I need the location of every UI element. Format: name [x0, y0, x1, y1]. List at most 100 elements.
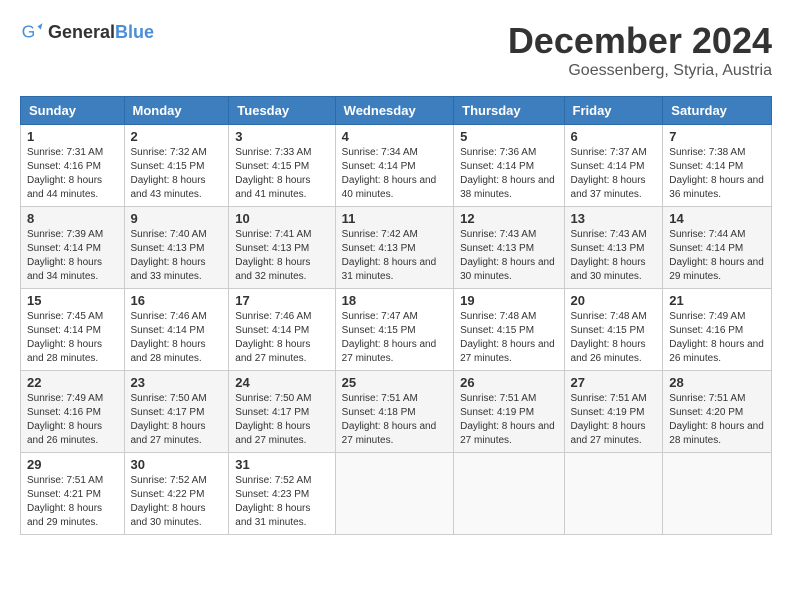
calendar-day-cell: 26 Sunrise: 7:51 AMSunset: 4:19 PMDaylig… [454, 371, 564, 453]
day-info: Sunrise: 7:51 AMSunset: 4:20 PMDaylight:… [669, 393, 764, 446]
day-number: 4 [342, 129, 447, 144]
location-title: Goessenberg, Styria, Austria [508, 62, 772, 80]
calendar-day-cell: 8 Sunrise: 7:39 AMSunset: 4:14 PMDayligh… [21, 207, 125, 289]
day-info: Sunrise: 7:37 AMSunset: 4:14 PMDaylight:… [571, 147, 647, 200]
day-info: Sunrise: 7:52 AMSunset: 4:22 PMDaylight:… [131, 475, 207, 528]
calendar-table: SundayMondayTuesdayWednesdayThursdayFrid… [20, 96, 772, 535]
day-number: 20 [571, 293, 657, 308]
day-info: Sunrise: 7:32 AMSunset: 4:15 PMDaylight:… [131, 147, 207, 200]
day-info: Sunrise: 7:46 AMSunset: 4:14 PMDaylight:… [131, 311, 207, 364]
day-number: 13 [571, 211, 657, 226]
calendar-week-row: 15 Sunrise: 7:45 AMSunset: 4:14 PMDaylig… [21, 289, 772, 371]
day-number: 1 [27, 129, 118, 144]
calendar-day-cell: 6 Sunrise: 7:37 AMSunset: 4:14 PMDayligh… [564, 125, 663, 207]
day-info: Sunrise: 7:36 AMSunset: 4:14 PMDaylight:… [460, 147, 555, 200]
calendar-week-row: 8 Sunrise: 7:39 AMSunset: 4:14 PMDayligh… [21, 207, 772, 289]
day-number: 17 [235, 293, 328, 308]
day-info: Sunrise: 7:39 AMSunset: 4:14 PMDaylight:… [27, 229, 103, 282]
calendar-day-cell: 20 Sunrise: 7:48 AMSunset: 4:15 PMDaylig… [564, 289, 663, 371]
day-info: Sunrise: 7:31 AMSunset: 4:16 PMDaylight:… [27, 147, 103, 200]
day-number: 25 [342, 375, 447, 390]
calendar-day-cell: 10 Sunrise: 7:41 AMSunset: 4:13 PMDaylig… [229, 207, 335, 289]
calendar-week-row: 1 Sunrise: 7:31 AMSunset: 4:16 PMDayligh… [21, 125, 772, 207]
calendar-week-row: 29 Sunrise: 7:51 AMSunset: 4:21 PMDaylig… [21, 453, 772, 535]
calendar-day-cell: 24 Sunrise: 7:50 AMSunset: 4:17 PMDaylig… [229, 371, 335, 453]
calendar-day-cell: 4 Sunrise: 7:34 AMSunset: 4:14 PMDayligh… [335, 125, 453, 207]
day-info: Sunrise: 7:38 AMSunset: 4:14 PMDaylight:… [669, 147, 764, 200]
svg-text:G: G [22, 22, 36, 42]
day-info: Sunrise: 7:44 AMSunset: 4:14 PMDaylight:… [669, 229, 764, 282]
day-info: Sunrise: 7:43 AMSunset: 4:13 PMDaylight:… [571, 229, 647, 282]
logo: G GeneralBlue [20, 20, 154, 44]
day-info: Sunrise: 7:51 AMSunset: 4:19 PMDaylight:… [460, 393, 555, 446]
logo-icon: G [20, 20, 44, 44]
day-number: 16 [131, 293, 223, 308]
calendar-day-cell: 30 Sunrise: 7:52 AMSunset: 4:22 PMDaylig… [124, 453, 229, 535]
day-info: Sunrise: 7:43 AMSunset: 4:13 PMDaylight:… [460, 229, 555, 282]
calendar-day-cell: 22 Sunrise: 7:49 AMSunset: 4:16 PMDaylig… [21, 371, 125, 453]
calendar-day-cell: 5 Sunrise: 7:36 AMSunset: 4:14 PMDayligh… [454, 125, 564, 207]
day-number: 29 [27, 457, 118, 472]
calendar-day-cell: 25 Sunrise: 7:51 AMSunset: 4:18 PMDaylig… [335, 371, 453, 453]
weekday-header: Wednesday [335, 97, 453, 125]
calendar-day-cell: 13 Sunrise: 7:43 AMSunset: 4:13 PMDaylig… [564, 207, 663, 289]
day-number: 18 [342, 293, 447, 308]
day-number: 11 [342, 211, 447, 226]
weekday-header: Tuesday [229, 97, 335, 125]
day-number: 30 [131, 457, 223, 472]
day-info: Sunrise: 7:40 AMSunset: 4:13 PMDaylight:… [131, 229, 207, 282]
day-info: Sunrise: 7:49 AMSunset: 4:16 PMDaylight:… [669, 311, 764, 364]
day-number: 8 [27, 211, 118, 226]
day-info: Sunrise: 7:45 AMSunset: 4:14 PMDaylight:… [27, 311, 103, 364]
calendar-day-cell: 1 Sunrise: 7:31 AMSunset: 4:16 PMDayligh… [21, 125, 125, 207]
weekday-header: Sunday [21, 97, 125, 125]
logo-text-general: General [48, 22, 115, 42]
day-info: Sunrise: 7:51 AMSunset: 4:21 PMDaylight:… [27, 475, 103, 528]
calendar-day-cell [454, 453, 564, 535]
month-title: December 2024 [508, 20, 772, 62]
day-info: Sunrise: 7:34 AMSunset: 4:14 PMDaylight:… [342, 147, 437, 200]
day-info: Sunrise: 7:52 AMSunset: 4:23 PMDaylight:… [235, 475, 311, 528]
day-number: 7 [669, 129, 765, 144]
day-number: 14 [669, 211, 765, 226]
calendar-day-cell: 9 Sunrise: 7:40 AMSunset: 4:13 PMDayligh… [124, 207, 229, 289]
logo-text-blue: Blue [115, 22, 154, 42]
calendar-day-cell [335, 453, 453, 535]
calendar-header-row: SundayMondayTuesdayWednesdayThursdayFrid… [21, 97, 772, 125]
title-section: December 2024 Goessenberg, Styria, Austr… [508, 20, 772, 80]
day-info: Sunrise: 7:42 AMSunset: 4:13 PMDaylight:… [342, 229, 437, 282]
calendar-day-cell: 27 Sunrise: 7:51 AMSunset: 4:19 PMDaylig… [564, 371, 663, 453]
calendar-day-cell: 18 Sunrise: 7:47 AMSunset: 4:15 PMDaylig… [335, 289, 453, 371]
page-header: G GeneralBlue December 2024 Goessenberg,… [20, 20, 772, 80]
calendar-day-cell: 21 Sunrise: 7:49 AMSunset: 4:16 PMDaylig… [663, 289, 772, 371]
calendar-day-cell: 31 Sunrise: 7:52 AMSunset: 4:23 PMDaylig… [229, 453, 335, 535]
calendar-day-cell: 29 Sunrise: 7:51 AMSunset: 4:21 PMDaylig… [21, 453, 125, 535]
day-number: 24 [235, 375, 328, 390]
day-number: 23 [131, 375, 223, 390]
calendar-day-cell: 14 Sunrise: 7:44 AMSunset: 4:14 PMDaylig… [663, 207, 772, 289]
calendar-day-cell: 19 Sunrise: 7:48 AMSunset: 4:15 PMDaylig… [454, 289, 564, 371]
day-info: Sunrise: 7:51 AMSunset: 4:18 PMDaylight:… [342, 393, 437, 446]
calendar-day-cell: 28 Sunrise: 7:51 AMSunset: 4:20 PMDaylig… [663, 371, 772, 453]
day-info: Sunrise: 7:41 AMSunset: 4:13 PMDaylight:… [235, 229, 311, 282]
day-info: Sunrise: 7:50 AMSunset: 4:17 PMDaylight:… [131, 393, 207, 446]
weekday-header: Friday [564, 97, 663, 125]
day-number: 31 [235, 457, 328, 472]
day-number: 12 [460, 211, 557, 226]
day-number: 3 [235, 129, 328, 144]
calendar-day-cell: 15 Sunrise: 7:45 AMSunset: 4:14 PMDaylig… [21, 289, 125, 371]
calendar-day-cell: 3 Sunrise: 7:33 AMSunset: 4:15 PMDayligh… [229, 125, 335, 207]
calendar-week-row: 22 Sunrise: 7:49 AMSunset: 4:16 PMDaylig… [21, 371, 772, 453]
day-number: 27 [571, 375, 657, 390]
day-info: Sunrise: 7:47 AMSunset: 4:15 PMDaylight:… [342, 311, 437, 364]
calendar-day-cell: 11 Sunrise: 7:42 AMSunset: 4:13 PMDaylig… [335, 207, 453, 289]
weekday-header: Thursday [454, 97, 564, 125]
calendar-day-cell: 12 Sunrise: 7:43 AMSunset: 4:13 PMDaylig… [454, 207, 564, 289]
calendar-day-cell: 17 Sunrise: 7:46 AMSunset: 4:14 PMDaylig… [229, 289, 335, 371]
day-number: 10 [235, 211, 328, 226]
day-info: Sunrise: 7:50 AMSunset: 4:17 PMDaylight:… [235, 393, 311, 446]
calendar-day-cell: 23 Sunrise: 7:50 AMSunset: 4:17 PMDaylig… [124, 371, 229, 453]
calendar-day-cell [663, 453, 772, 535]
day-number: 15 [27, 293, 118, 308]
weekday-header: Monday [124, 97, 229, 125]
